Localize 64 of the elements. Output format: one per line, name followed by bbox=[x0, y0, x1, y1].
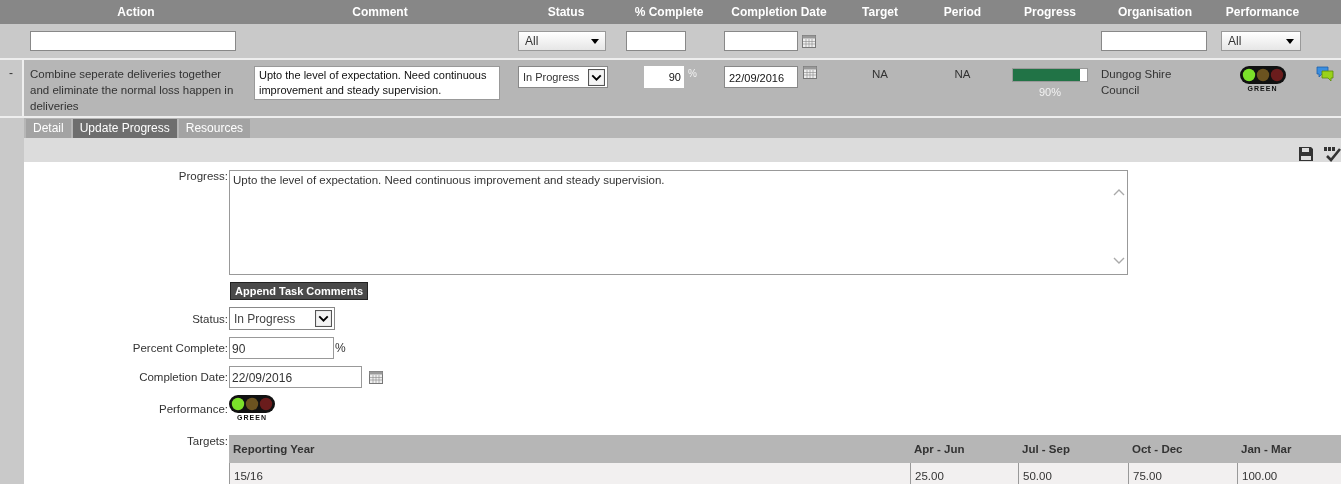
table-cell: 50.00 bbox=[1018, 463, 1128, 484]
filter-input[interactable] bbox=[1101, 31, 1207, 51]
spellcheck-icon[interactable] bbox=[1323, 146, 1341, 162]
dropdown-arrow-icon bbox=[1286, 38, 1294, 44]
action-text: Combine seperate deliveries together and eliminate the normal loss happen in deliveries bbox=[30, 67, 235, 114]
calendar-icon[interactable] bbox=[802, 34, 816, 48]
append-task-comments-button[interactable]: Append Task Comments bbox=[230, 282, 369, 300]
column-header[interactable]: Progress bbox=[1005, 0, 1095, 24]
target-text: NA bbox=[872, 67, 888, 82]
field-label: Status: bbox=[191, 312, 228, 325]
progress-reading: 90% bbox=[1039, 85, 1061, 100]
date-field[interactable]: 22/09/2016 bbox=[724, 66, 798, 88]
percent-field[interactable]: 90 bbox=[229, 337, 334, 359]
column-header[interactable]: % Complete bbox=[620, 0, 718, 24]
traffic-light-icon bbox=[229, 395, 275, 413]
filter-input[interactable] bbox=[724, 31, 798, 51]
scroll-down-icon[interactable] bbox=[1113, 257, 1125, 265]
table-header: Reporting Year bbox=[232, 442, 316, 457]
dropdown-arrow-icon bbox=[591, 38, 599, 44]
column-header[interactable]: Comment bbox=[248, 0, 512, 24]
table-cell: 75.00 bbox=[1128, 463, 1237, 484]
column-header[interactable]: Target bbox=[840, 0, 920, 24]
table-cell: 100.00 bbox=[1237, 463, 1341, 484]
field-label: Progress: bbox=[177, 170, 228, 182]
table-header: Jul - Sep bbox=[1021, 442, 1071, 457]
column-header[interactable]: Action bbox=[24, 0, 248, 24]
calendar-icon[interactable] bbox=[369, 370, 383, 384]
table-header: Jan - Mar bbox=[1240, 442, 1293, 457]
field-label: Targets: bbox=[186, 435, 228, 447]
status-dropdown[interactable]: In Progress bbox=[518, 66, 608, 88]
percent-sign: % bbox=[335, 341, 346, 355]
dropdown-chevron-icon[interactable] bbox=[315, 310, 332, 327]
column-header[interactable]: Status bbox=[512, 0, 620, 24]
date-field[interactable]: 22/09/2016 bbox=[229, 366, 362, 388]
collapse-toggle[interactable]: - bbox=[9, 66, 13, 80]
table-header: Oct - Dec bbox=[1131, 442, 1184, 457]
tab[interactable]: Update Progress bbox=[72, 119, 177, 138]
table-header: Apr - Jun bbox=[913, 442, 966, 457]
progress-textarea[interactable]: Upto the level of expectation. Need continuous improvement and steady supervision. bbox=[229, 170, 1128, 275]
field-label: Performance: bbox=[157, 402, 228, 415]
filter-input[interactable] bbox=[626, 31, 686, 51]
column-header[interactable]: Performance bbox=[1215, 0, 1310, 24]
table-cell: 25.00 bbox=[910, 463, 1018, 484]
field-label: Percent Complete: bbox=[131, 342, 228, 354]
status-filter-dropdown[interactable]: All bbox=[518, 31, 606, 51]
calendar-icon[interactable] bbox=[803, 66, 817, 79]
performance-filter-dropdown[interactable]: All bbox=[1221, 31, 1301, 51]
scroll-up-icon[interactable] bbox=[1113, 188, 1125, 196]
status-dropdown[interactable]: In Progress bbox=[229, 307, 335, 330]
period-text: NA bbox=[954, 67, 971, 82]
dropdown-chevron-icon[interactable] bbox=[588, 68, 605, 86]
filter-input[interactable] bbox=[30, 31, 236, 51]
comment-field[interactable]: Upto the level of expectation. Need continuous improvement and steady supervision. bbox=[254, 66, 500, 100]
column-header[interactable]: Completion Date bbox=[718, 0, 840, 24]
chat-icon[interactable] bbox=[1316, 66, 1334, 82]
table-cell: 15/16 bbox=[229, 463, 910, 484]
percent-sign: % bbox=[688, 67, 697, 81]
column-header[interactable]: Period bbox=[920, 0, 1005, 24]
field-label: Completion Date: bbox=[138, 371, 228, 383]
save-icon[interactable] bbox=[1297, 146, 1315, 162]
traffic-light-icon bbox=[1239, 66, 1286, 84]
percent-field[interactable]: 90 bbox=[644, 66, 684, 88]
organisation-text: Dungog Shire Council bbox=[1101, 67, 1173, 98]
column-header[interactable]: Organisation bbox=[1095, 0, 1215, 24]
